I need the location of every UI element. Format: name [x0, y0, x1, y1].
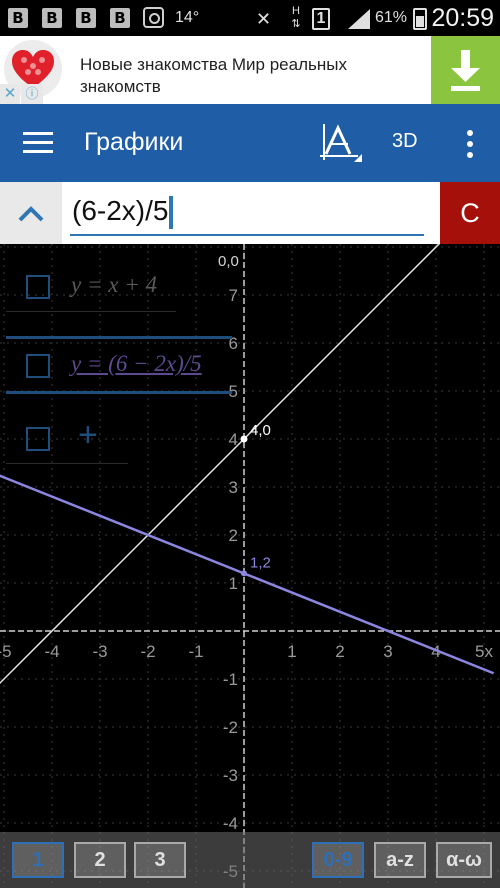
y-tick-label: -1 — [223, 670, 238, 689]
y-tick-label: 7 — [229, 286, 238, 305]
intercept-point — [240, 435, 248, 443]
y-tick-label: 3 — [229, 478, 238, 497]
text-caret — [169, 196, 174, 230]
notification-b-icon: B — [8, 8, 28, 28]
function-checkbox[interactable] — [26, 275, 50, 299]
more-options-icon[interactable] — [458, 130, 482, 158]
y-tick-label: -3 — [223, 766, 238, 785]
key-numbers[interactable]: 0-9 — [312, 842, 364, 878]
origin-label: 0,0 — [218, 253, 239, 270]
battery-icon — [413, 8, 427, 30]
mute-icon: ✕ — [256, 9, 272, 29]
x-tick-label: 1 — [287, 642, 296, 661]
key-3[interactable]: 3 — [134, 842, 186, 878]
signal-icon — [348, 9, 370, 29]
key-latin[interactable]: a-z — [374, 842, 426, 878]
function-checkbox[interactable] — [26, 354, 50, 378]
function-item-selected[interactable]: y = (6 − 2x)/5 — [6, 336, 232, 394]
x-tick-label: 2 — [335, 642, 344, 661]
x-tick-label: 5x — [475, 642, 493, 661]
app-bar: Графики 3D — [0, 104, 500, 182]
function-checkbox[interactable] — [26, 427, 50, 451]
instagram-icon — [143, 7, 164, 28]
notification-b-icon: B — [110, 8, 130, 28]
menu-icon[interactable] — [23, 132, 53, 154]
notification-b-icon: B — [76, 8, 96, 28]
key-greek[interactable]: α-ω — [436, 842, 492, 878]
clear-button[interactable]: C — [440, 182, 500, 244]
keyboard-switcher: 1 2 3 0-9 a-z α-ω — [0, 832, 500, 888]
x-tick-label: 3 — [383, 642, 392, 661]
data-transfer-icon: H ⇅ — [291, 5, 301, 30]
expression-input[interactable]: (6-2x)/5 — [70, 190, 424, 236]
chevron-up-icon — [18, 206, 44, 222]
ad-info-icon[interactable]: ⓘ — [21, 84, 43, 104]
intercept-label: 1,2 — [250, 554, 271, 571]
key-2[interactable]: 2 — [74, 842, 126, 878]
intercept-point — [241, 570, 247, 577]
temperature: 14° — [175, 9, 200, 26]
add-function-icon[interactable]: + — [78, 416, 98, 455]
intercept-label: 4,0 — [250, 422, 271, 439]
x-tick-label: -2 — [140, 642, 155, 661]
graph-tools-icon[interactable] — [318, 122, 364, 164]
collapse-button[interactable] — [0, 182, 62, 244]
download-button[interactable] — [431, 36, 500, 104]
page-title: Графики — [84, 128, 184, 156]
x-tick-label: -3 — [92, 642, 107, 661]
graph-canvas[interactable]: -5-4-3-2-112345x7654321-1-2-3-4-50,04,01… — [0, 244, 500, 888]
expression-input-row: (6-2x)/5 C — [0, 182, 500, 244]
ad-close-icon[interactable]: ✕ — [0, 84, 20, 104]
y-tick-label: -2 — [223, 718, 238, 737]
ad-text: Новые знакомства Мир реальных знакомств — [80, 55, 347, 96]
x-tick-label: -4 — [44, 642, 59, 661]
expression-text: (6-2x)/5 — [72, 195, 169, 226]
3d-mode-button[interactable]: 3D — [392, 130, 418, 153]
y-tick-label: 2 — [229, 526, 238, 545]
sim-indicator: 1 — [312, 8, 330, 30]
download-icon — [451, 50, 480, 91]
y-tick-label: -4 — [223, 814, 238, 833]
status-bar: B B B B 14° ✕ H ⇅ 1 61% 20:59 — [0, 0, 500, 36]
notification-b-icon: B — [42, 8, 62, 28]
battery-percent: 61% — [375, 9, 408, 26]
function-item[interactable]: y = x + 4 — [6, 262, 176, 312]
x-tick-label: -1 — [188, 642, 203, 661]
ad-banner[interactable]: Новые знакомства Мир реальных знакомств … — [0, 36, 500, 104]
y-tick-label: 1 — [229, 574, 238, 593]
clock: 20:59 — [431, 4, 494, 32]
add-function-item[interactable]: + — [6, 414, 128, 464]
function-expression: y = (6 − 2x)/5 — [71, 351, 202, 376]
function-expression: y = x + 4 — [71, 272, 157, 297]
x-tick-label: -5 — [0, 642, 12, 661]
key-1[interactable]: 1 — [12, 842, 64, 878]
